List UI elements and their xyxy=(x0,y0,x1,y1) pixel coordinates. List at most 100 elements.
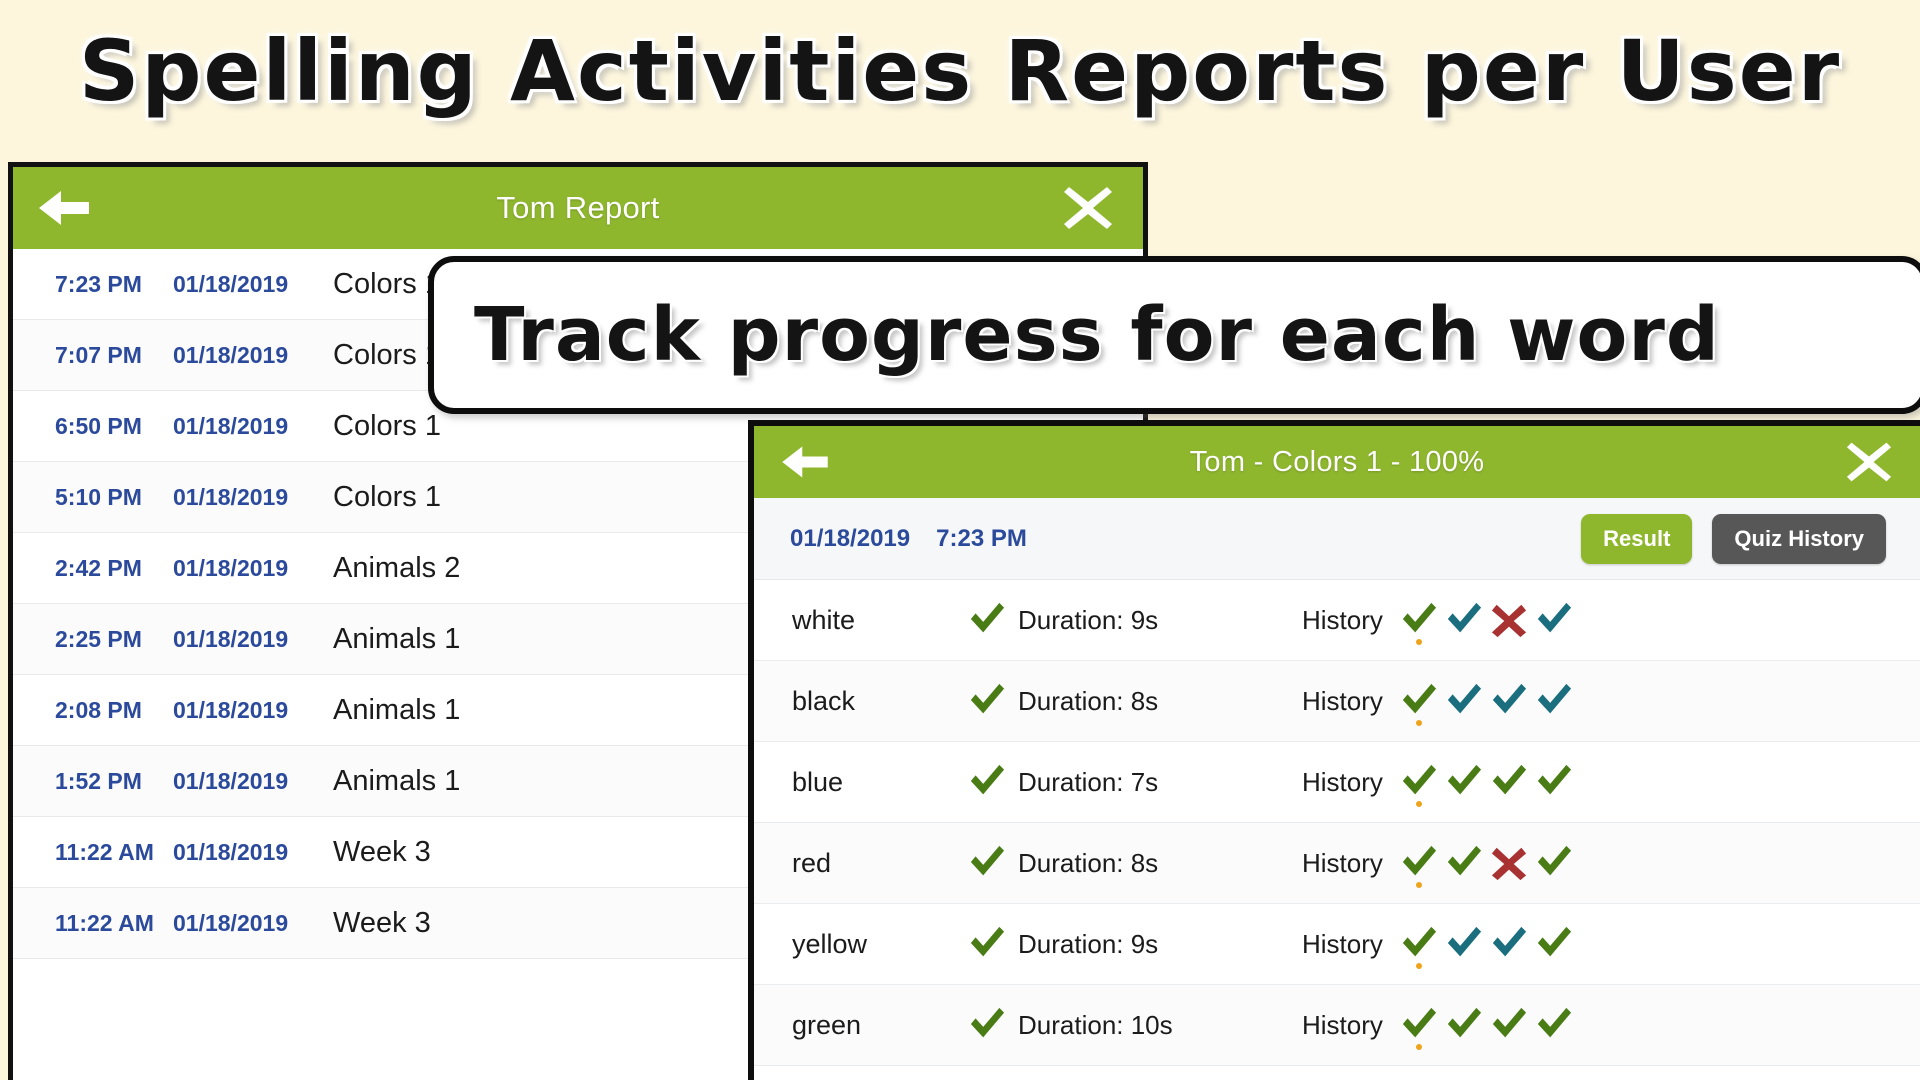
report-row-activity: Colors 1 xyxy=(333,338,441,371)
page-headline: Spelling Activities Reports per User xyxy=(78,21,1842,120)
detail-meta-bar: 01/18/2019 7:23 PM Result Quiz History xyxy=(754,498,1920,580)
word-row[interactable]: orangeDuration: 9sHistory xyxy=(754,1066,1920,1080)
history-check-icon xyxy=(1532,842,1577,884)
back-arrow-icon[interactable] xyxy=(35,186,93,230)
history-marks xyxy=(1397,1004,1577,1050)
history-marks xyxy=(1397,761,1577,807)
report-row-activity: Animals 1 xyxy=(333,693,461,726)
report-row-date: 01/18/2019 xyxy=(173,412,289,439)
report-row-time: 2:42 PM xyxy=(55,554,142,581)
screenshot-canvas: Spelling Activities Reports per User Tom… xyxy=(0,0,1920,1080)
quiz-detail-panel: Tom - Colors 1 - 100% 01/18/2019 7:23 PM… xyxy=(748,420,1920,1080)
history-cross-icon xyxy=(1487,599,1532,641)
history-label: History xyxy=(1302,847,1383,878)
report-row-activity: Animals 2 xyxy=(333,551,461,584)
report-row-date: 01/18/2019 xyxy=(173,270,289,297)
current-attempt-dot xyxy=(1416,963,1423,969)
report-row-time: 11:22 AM xyxy=(55,909,154,936)
word-duration: Duration: 7s xyxy=(1018,766,1159,797)
history-check-icon xyxy=(1442,599,1487,641)
report-row-date: 01/18/2019 xyxy=(173,483,289,510)
report-row-activity: Animals 1 xyxy=(333,764,461,797)
history-marks xyxy=(1397,923,1577,969)
report-row-date: 01/18/2019 xyxy=(173,909,289,936)
word-row[interactable]: green Duration: 10s History xyxy=(754,985,1920,1066)
word-duration: Duration: 10s xyxy=(1018,1009,1173,1040)
history-marks xyxy=(1397,599,1577,645)
current-attempt-dot xyxy=(1416,882,1423,888)
report-row-date: 01/18/2019 xyxy=(173,554,289,581)
report-row-time: 1:52 PM xyxy=(55,767,142,794)
history-marks xyxy=(1397,680,1577,726)
quiz-history-button[interactable]: Quiz History xyxy=(1712,513,1886,564)
current-attempt-dot xyxy=(1416,1044,1423,1050)
callout-text: Track progress for each word xyxy=(474,292,1720,378)
history-label: History xyxy=(1302,685,1383,716)
history-check-icon xyxy=(1487,1004,1532,1046)
word-label: black xyxy=(792,685,856,716)
report-row-activity: Colors 1 xyxy=(333,480,441,513)
report-row-time: 11:22 AM xyxy=(55,838,154,865)
word-row[interactable]: yellow Duration: 9s History xyxy=(754,904,1920,985)
history-check-icon xyxy=(1532,1004,1577,1046)
history-check-icon xyxy=(1487,680,1532,722)
history-check-icon xyxy=(1397,761,1442,807)
result-button[interactable]: Result xyxy=(1581,513,1693,564)
report-row-time: 7:23 PM xyxy=(55,270,142,297)
word-label: white xyxy=(792,604,856,635)
history-check-icon xyxy=(1532,680,1577,722)
report-topbar: Tom Report xyxy=(13,167,1143,249)
word-row[interactable]: blue Duration: 7s History xyxy=(754,742,1920,823)
history-label: History xyxy=(1302,928,1383,959)
history-check-icon xyxy=(1532,761,1577,803)
report-row-date: 01/18/2019 xyxy=(173,838,289,865)
word-duration: Duration: 9s xyxy=(1018,604,1159,635)
report-row-date: 01/18/2019 xyxy=(173,625,289,652)
word-duration: Duration: 8s xyxy=(1018,685,1159,716)
history-label: History xyxy=(1302,1009,1383,1040)
report-row-activity: Colors 1 xyxy=(333,409,441,442)
word-duration: Duration: 8s xyxy=(1018,847,1159,878)
report-row-date: 01/18/2019 xyxy=(173,696,289,723)
history-check-icon xyxy=(1397,923,1442,969)
word-row-list: white Duration: 9s History black Duration: 8… xyxy=(754,580,1920,1080)
current-attempt-dot xyxy=(1416,639,1423,645)
close-x-icon[interactable] xyxy=(1063,183,1113,233)
word-row[interactable]: black Duration: 8s History xyxy=(754,661,1920,742)
report-row-activity: Animals 1 xyxy=(333,622,461,655)
check-icon xyxy=(968,1006,1012,1044)
check-icon xyxy=(968,925,1012,963)
history-check-icon xyxy=(1442,680,1487,722)
callout-banner: Track progress for each word xyxy=(428,256,1920,414)
history-check-icon xyxy=(1442,923,1487,965)
history-label: History xyxy=(1302,604,1383,635)
report-row-date: 01/18/2019 xyxy=(173,767,289,794)
history-check-icon xyxy=(1397,680,1442,726)
quiz-date: 01/18/2019 xyxy=(790,524,911,552)
report-title: Tom Report xyxy=(496,190,660,225)
check-icon xyxy=(968,763,1012,801)
history-cross-icon xyxy=(1487,842,1532,884)
word-label: green xyxy=(792,1009,862,1040)
history-check-icon xyxy=(1487,761,1532,803)
report-row-activity: Colors 1 xyxy=(333,267,441,300)
report-row-time: 6:50 PM xyxy=(55,412,142,439)
history-marks xyxy=(1397,842,1577,888)
word-row[interactable]: white Duration: 9s History xyxy=(754,580,1920,661)
history-check-icon xyxy=(1442,842,1487,884)
word-label: red xyxy=(792,847,832,878)
check-icon xyxy=(968,601,1012,639)
history-check-icon xyxy=(1442,761,1487,803)
history-check-icon xyxy=(1397,599,1442,645)
word-label: yellow xyxy=(792,928,868,959)
check-icon xyxy=(968,844,1012,882)
report-row-time: 5:10 PM xyxy=(55,483,142,510)
report-row-time: 7:07 PM xyxy=(55,341,142,368)
word-row[interactable]: red Duration: 8s History xyxy=(754,823,1920,904)
current-attempt-dot xyxy=(1416,801,1423,807)
history-label: History xyxy=(1302,766,1383,797)
current-attempt-dot xyxy=(1416,720,1423,726)
back-arrow-icon[interactable] xyxy=(778,442,832,482)
detail-topbar: Tom - Colors 1 - 100% xyxy=(754,426,1920,498)
close-x-icon[interactable] xyxy=(1846,439,1892,485)
